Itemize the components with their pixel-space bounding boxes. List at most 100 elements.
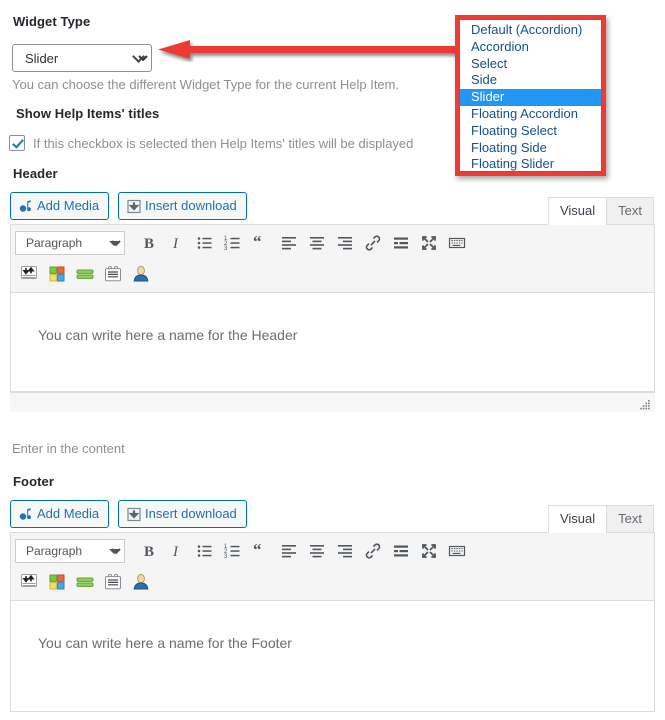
footer-editor-topbar: Add Media Insert download Visual Text [10, 500, 655, 533]
footer-editor-tabs: Visual Text [547, 504, 654, 533]
add-media-button[interactable]: Add Media [10, 500, 110, 528]
blockquote-icon[interactable]: “ [247, 230, 275, 256]
bulleted-list-icon[interactable] [191, 538, 219, 564]
svg-text:3: 3 [224, 554, 228, 560]
widget-type-dropdown-list[interactable]: Default (Accordion) Accordion Select Sid… [459, 19, 602, 172]
show-titles-label: Show Help Items' titles [16, 106, 160, 121]
checkmark-icon[interactable] [9, 135, 25, 151]
tab-text[interactable]: Text [606, 197, 654, 225]
left-arrow-annotation [158, 40, 460, 62]
resize-grip-icon[interactable] [639, 398, 651, 410]
show-titles-checkbox-label: If this checkbox is selected then Help I… [33, 135, 414, 151]
widget-type-label: Widget Type [13, 14, 91, 29]
italic-icon[interactable]: I [163, 230, 191, 256]
svg-text:I: I [172, 236, 179, 252]
fullscreen-icon[interactable] [415, 230, 443, 256]
dropdown-option[interactable]: Floating Accordion [460, 106, 601, 123]
dropdown-option[interactable]: Floating Select [460, 123, 601, 140]
blockquote-icon[interactable]: “ [247, 538, 275, 564]
svg-text:B: B [144, 544, 154, 560]
download-icon [126, 506, 142, 522]
dropdown-option[interactable]: Select [460, 56, 601, 73]
footer-editor-body: Paragraph B I 1 2 3 “ You can write here… [10, 532, 655, 712]
align-right-icon[interactable] [331, 538, 359, 564]
footer-editor-content-area[interactable]: You can write here a name for the Footer [11, 601, 654, 711]
header-section-label: Header [13, 166, 58, 181]
header-editor-placeholder: You can write here a name for the Header [38, 327, 298, 343]
link-icon[interactable] [359, 538, 387, 564]
toolbar-row-1: Paragraph B I 1 2 3 “ [11, 535, 654, 567]
insert-download-label: Insert download [145, 198, 237, 213]
insert-updown-icon[interactable] [15, 569, 43, 595]
numbered-list-icon[interactable]: 1 2 3 [219, 230, 247, 256]
insert-read-more-icon[interactable] [387, 230, 415, 256]
add-media-label: Add Media [37, 198, 100, 213]
svg-text:“: “ [253, 542, 262, 559]
widget-type-description: You can choose the different Widget Type… [12, 77, 400, 92]
header-editor-toolbar: Paragraph B I 1 2 3 “ [11, 225, 654, 293]
align-center-icon[interactable] [303, 230, 331, 256]
insert-download-button[interactable]: Insert download [118, 192, 247, 220]
widget-type-select[interactable]: Slider [12, 44, 152, 72]
numbered-list-icon[interactable]: 1 2 3 [219, 538, 247, 564]
lined-box-icon[interactable] [99, 569, 127, 595]
tab-visual[interactable]: Visual [547, 505, 608, 533]
color-blocks-icon[interactable] [43, 569, 71, 595]
header-editor-topbar: Add Media Insert download Visual Text [10, 192, 655, 225]
footer-editor-placeholder: You can write here a name for the Footer [38, 635, 292, 651]
format-select-wrapper: Paragraph [15, 539, 135, 563]
dropdown-option[interactable]: Floating Slider [460, 156, 601, 171]
bold-icon[interactable]: B [135, 538, 163, 564]
green-bars-icon[interactable] [71, 261, 99, 287]
media-icon [18, 198, 34, 214]
footer-editor: Add Media Insert download Visual Text Pa… [10, 500, 655, 712]
align-left-icon[interactable] [275, 538, 303, 564]
toolbar-toggle-icon[interactable] [443, 230, 471, 256]
format-select-wrapper: Paragraph [15, 231, 135, 255]
dropdown-options: Default (Accordion) Accordion Select Sid… [460, 20, 601, 171]
header-editor-statusbar [10, 392, 655, 412]
toolbar-toggle-icon[interactable] [443, 538, 471, 564]
svg-text:“: “ [253, 234, 262, 251]
bold-icon[interactable]: B [135, 230, 163, 256]
header-editor-body: Paragraph B I 1 2 3 “ You can write here… [10, 224, 655, 392]
bulleted-list-icon[interactable] [191, 230, 219, 256]
add-media-label: Add Media [37, 506, 100, 521]
user-avatar-icon[interactable] [127, 569, 155, 595]
insert-read-more-icon[interactable] [387, 538, 415, 564]
header-editor-content-area[interactable]: You can write here a name for the Header [11, 293, 654, 391]
tab-text[interactable]: Text [606, 505, 654, 533]
tab-visual[interactable]: Visual [547, 197, 608, 225]
add-media-button[interactable]: Add Media [10, 192, 110, 220]
toolbar-row-1: Paragraph B I 1 2 3 “ [11, 227, 654, 259]
show-titles-checkbox-row[interactable]: If this checkbox is selected then Help I… [9, 135, 413, 151]
green-bars-icon[interactable] [71, 569, 99, 595]
insert-download-label: Insert download [145, 506, 237, 521]
svg-text:B: B [144, 236, 154, 252]
align-right-icon[interactable] [331, 230, 359, 256]
download-icon [126, 198, 142, 214]
media-icon [18, 506, 34, 522]
widget-settings-page: Widget Type Slider You can choose the di… [0, 0, 665, 720]
align-center-icon[interactable] [303, 538, 331, 564]
color-blocks-icon[interactable] [43, 261, 71, 287]
align-left-icon[interactable] [275, 230, 303, 256]
dropdown-option-selected[interactable]: Slider [460, 89, 601, 106]
lined-box-icon[interactable] [99, 261, 127, 287]
header-editor: Add Media Insert download Visual Text Pa… [10, 192, 655, 412]
widget-type-dropdown-callout: Default (Accordion) Accordion Select Sid… [455, 15, 606, 176]
svg-text:I: I [172, 544, 179, 560]
insert-updown-icon[interactable] [15, 261, 43, 287]
dropdown-option[interactable]: Accordion [460, 39, 601, 56]
format-select[interactable]: Paragraph [15, 539, 125, 563]
insert-download-button[interactable]: Insert download [118, 500, 247, 528]
dropdown-option[interactable]: Floating Side [460, 140, 601, 157]
dropdown-option[interactable]: Side [460, 72, 601, 89]
format-select[interactable]: Paragraph [15, 231, 125, 255]
user-avatar-icon[interactable] [127, 261, 155, 287]
fullscreen-icon[interactable] [415, 538, 443, 564]
dropdown-option[interactable]: Default (Accordion) [460, 22, 601, 39]
enter-content-label: Enter in the content [12, 441, 125, 456]
italic-icon[interactable]: I [163, 538, 191, 564]
link-icon[interactable] [359, 230, 387, 256]
